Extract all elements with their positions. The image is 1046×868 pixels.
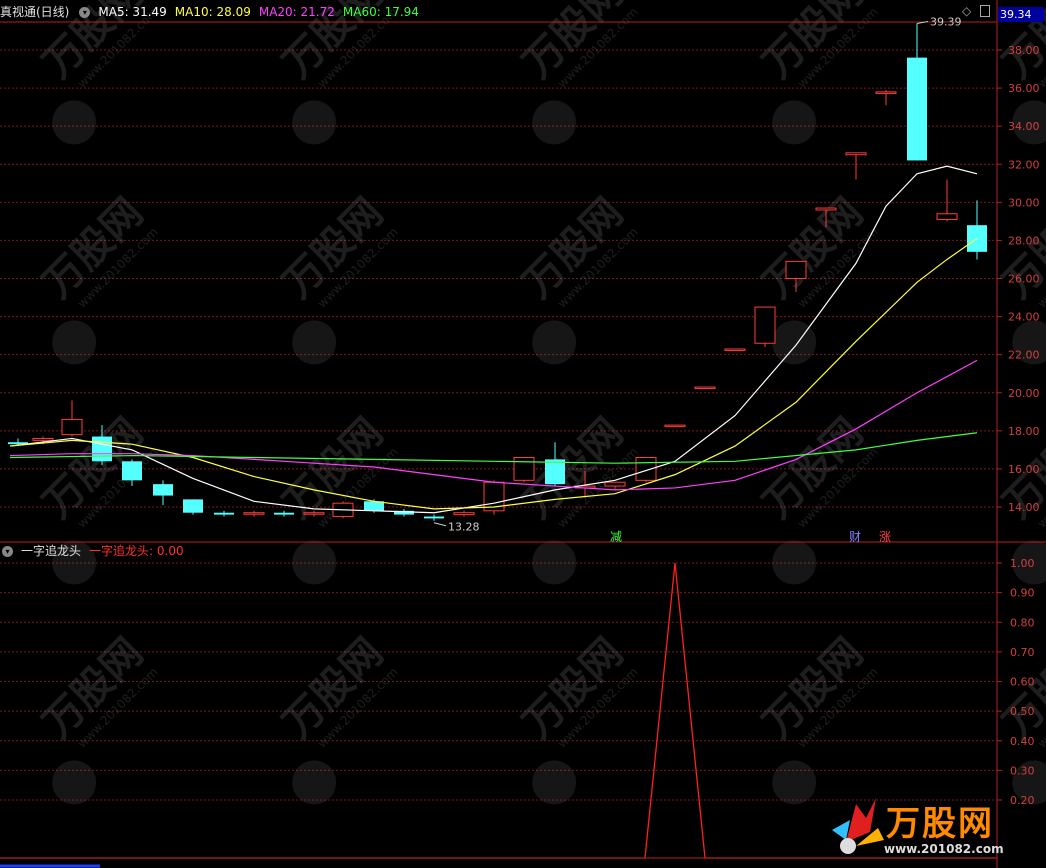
candle[interactable] [635, 456, 657, 483]
price-tick-label: 24.00 [1008, 311, 1040, 324]
candle[interactable] [243, 510, 265, 517]
candle[interactable] [936, 179, 958, 222]
ma-legend-item: MA60: 17.94 [342, 5, 419, 19]
scroll-handle-icon[interactable] [980, 5, 990, 17]
candle[interactable] [61, 400, 83, 437]
diamond-icon[interactable]: ◇ [962, 4, 971, 18]
stock-title[interactable]: 真视通(日线) [0, 3, 69, 21]
candle[interactable] [967, 200, 987, 260]
panel-frames [0, 0, 1046, 868]
price-tick-label: 38.00 [1008, 44, 1040, 57]
kline-chart[interactable]: 万股网www.201082.com 万股网www.201082.com 万股网www… [0, 0, 1046, 868]
price-tick-label: 26.00 [1008, 273, 1040, 286]
low-price-marker: 13.28 [448, 521, 480, 534]
tag-reduce[interactable]: 减 [610, 528, 622, 545]
price-tick-label: 20.00 [1008, 387, 1040, 400]
price-tick-label: 18.00 [1008, 425, 1040, 438]
candle[interactable] [875, 89, 897, 106]
current-price-badge: 39.34 [998, 7, 1044, 22]
candle[interactable] [724, 348, 746, 351]
candle[interactable] [183, 499, 203, 515]
price-tick-label: 32.00 [1008, 158, 1040, 171]
ma-legend-item: MA10: 28.09 [174, 5, 251, 19]
price-tick-label: 28.00 [1008, 234, 1040, 247]
top-panel-header: 真视通(日线) ▾ MA5: 31.49 MA10: 28.09 MA20: 21.… [0, 3, 419, 21]
candle[interactable] [907, 23, 927, 161]
price-tick-label: 22.00 [1008, 349, 1040, 362]
indicator-tick-label: 0.70 [1010, 646, 1035, 659]
candle[interactable] [604, 481, 626, 490]
price-tick-label: 30.00 [1008, 196, 1040, 209]
price-tick-label: 36.00 [1008, 82, 1040, 95]
candle[interactable] [845, 152, 867, 180]
candle[interactable] [694, 386, 716, 390]
indicator-tick-label: 0.90 [1010, 587, 1035, 600]
candle[interactable] [424, 514, 444, 521]
indicator-tick-label: 1.00 [1010, 557, 1035, 570]
indicator-title[interactable]: 一字追龙头 [21, 542, 81, 560]
ma-legend: MA5: 31.49 MA10: 28.09 MA20: 21.72 MA60: 17… [98, 3, 419, 21]
chevron-down-icon[interactable]: ▾ [79, 6, 91, 18]
watermark-layer: 万股网www.201082.com 万股网www.201082.com 万股网www… [35, 0, 1046, 805]
ma-legend-item: MA5: 31.49 [98, 5, 167, 19]
brand-name: 万股网 [886, 804, 994, 844]
candle[interactable] [754, 306, 776, 348]
tag-finance[interactable]: 财 [849, 528, 861, 545]
candle[interactable] [153, 480, 173, 506]
indicator-tick-label: 0.30 [1010, 764, 1035, 777]
brand-logo: 万股网 www.201082.com [826, 790, 1022, 862]
indicator-tick-label: 0.80 [1010, 616, 1035, 629]
ma-legend-item: MA20: 21.72 [258, 5, 335, 19]
bottom-panel-header: ▾ 一字追龙头 一字追龙头: 0.00 [0, 542, 184, 560]
candle[interactable] [483, 480, 505, 515]
indicator-value: 一字追龙头: 0.00 [89, 544, 184, 558]
tag-rise[interactable]: 涨 [879, 528, 891, 545]
brand-url: www.201082.com [884, 842, 1004, 856]
candle[interactable] [214, 510, 234, 517]
price-tick-label: 16.00 [1008, 463, 1040, 476]
indicator-tick-label: 0.60 [1010, 676, 1035, 689]
indicator-tick-label: 0.50 [1010, 705, 1035, 718]
candle[interactable] [664, 424, 686, 428]
candle[interactable] [453, 510, 475, 517]
candle[interactable] [394, 508, 414, 517]
indicator-tick-label: 0.40 [1010, 735, 1035, 748]
price-tick-label: 34.00 [1008, 120, 1040, 133]
high-price-marker: 39.39 [930, 16, 962, 29]
price-tick-label: 14.00 [1008, 501, 1040, 514]
chevron-down-icon[interactable]: ▾ [2, 545, 13, 557]
